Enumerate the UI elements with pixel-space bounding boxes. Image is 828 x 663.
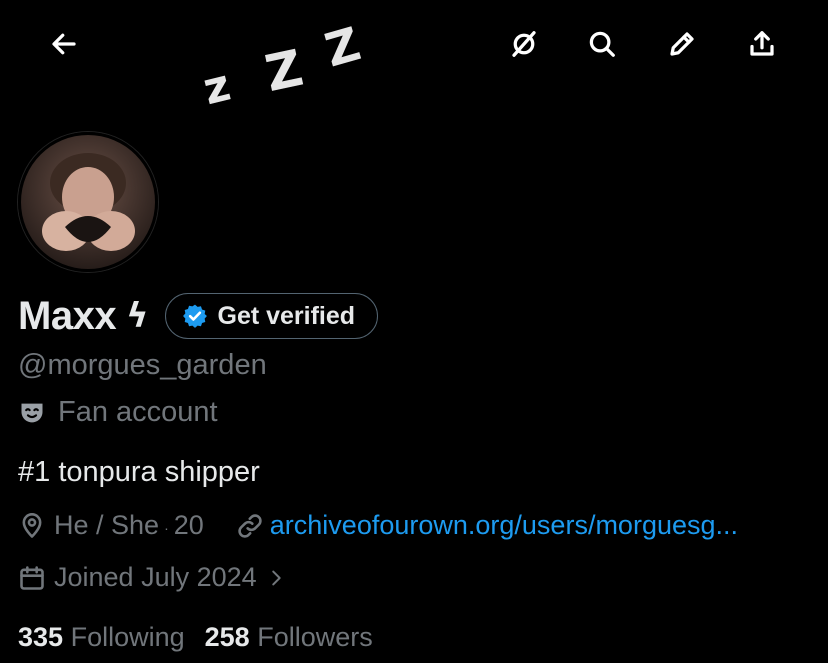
back-button[interactable] bbox=[42, 22, 86, 66]
lightning-icon: ϟ bbox=[126, 296, 149, 336]
arrow-left-icon bbox=[52, 33, 76, 55]
profile-handle: @morgues_garden bbox=[18, 349, 267, 381]
followers-link[interactable]: 258 Followers bbox=[205, 622, 373, 653]
location-text: He / She bbox=[54, 510, 160, 540]
name-row: Maxx ϟ Get verified bbox=[18, 288, 379, 344]
theater-mask-icon bbox=[21, 403, 43, 422]
search-button[interactable] bbox=[580, 22, 624, 66]
edit-button[interactable] bbox=[660, 22, 704, 66]
mute-button[interactable] bbox=[502, 22, 546, 66]
following-label: Following bbox=[70, 622, 185, 652]
get-verified-label: Get verified bbox=[217, 301, 356, 330]
profile-meta-line: He / She · 20 archiveofourown.org/users/… bbox=[18, 510, 738, 541]
followers-label: Followers bbox=[257, 622, 373, 652]
sleep-z-1: z bbox=[198, 59, 236, 116]
category-label: Fan account bbox=[58, 396, 218, 428]
website-link[interactable]: archiveofourown.org/users/morguesg... bbox=[270, 510, 738, 541]
age-separator: · bbox=[164, 519, 169, 536]
avatar-photo bbox=[21, 135, 155, 269]
edit-pencil-icon bbox=[670, 32, 694, 56]
search-icon bbox=[589, 31, 615, 57]
joined-date[interactable]: Joined July 2024 bbox=[18, 562, 287, 593]
age-text: 20 bbox=[173, 510, 204, 540]
follow-stats: 335 Following 258 Followers bbox=[18, 622, 373, 653]
profile-bio: #1 tonpura shipper bbox=[18, 456, 260, 488]
display-name: Maxx bbox=[18, 293, 117, 338]
following-link[interactable]: 335 Following bbox=[18, 622, 185, 653]
chevron-right-icon bbox=[271, 570, 281, 585]
verified-badge-icon bbox=[182, 304, 207, 328]
link-icon bbox=[238, 513, 262, 538]
share-button[interactable] bbox=[740, 22, 784, 66]
profile-category: Fan account bbox=[18, 396, 218, 429]
avatar[interactable] bbox=[18, 132, 158, 272]
location-pin-icon bbox=[22, 512, 42, 538]
share-icon bbox=[750, 31, 774, 56]
followers-count: 258 bbox=[204, 622, 250, 652]
sleep-z-2: Z bbox=[260, 38, 308, 104]
following-count: 335 bbox=[18, 622, 64, 652]
joined-text: Joined July 2024 bbox=[54, 562, 257, 592]
mute-icon bbox=[512, 31, 536, 57]
sleep-z-3: Z bbox=[319, 16, 367, 78]
calendar-icon bbox=[20, 565, 44, 590]
get-verified-button[interactable]: Get verified bbox=[164, 293, 379, 339]
